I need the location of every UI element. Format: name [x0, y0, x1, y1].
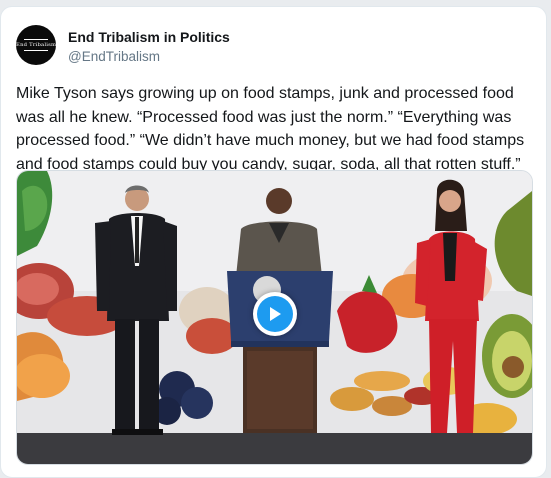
avatar-logo-text: End Tribalism — [15, 42, 57, 48]
video-media[interactable] — [16, 170, 533, 465]
author-handle[interactable]: @EndTribalism — [68, 49, 160, 64]
avatar-line-bottom — [24, 50, 48, 51]
play-button-circle — [257, 296, 293, 332]
avatar-line-top — [24, 39, 48, 40]
play-button[interactable] — [253, 292, 297, 336]
tweet-card[interactable]: End Tribalism End Tribalism in Politics … — [0, 6, 547, 478]
tweet-text: Mike Tyson says growing up on food stamp… — [16, 85, 525, 173]
author-name[interactable]: End Tribalism in Politics — [68, 29, 230, 45]
avatar[interactable]: End Tribalism — [16, 25, 56, 65]
play-icon — [270, 307, 281, 321]
